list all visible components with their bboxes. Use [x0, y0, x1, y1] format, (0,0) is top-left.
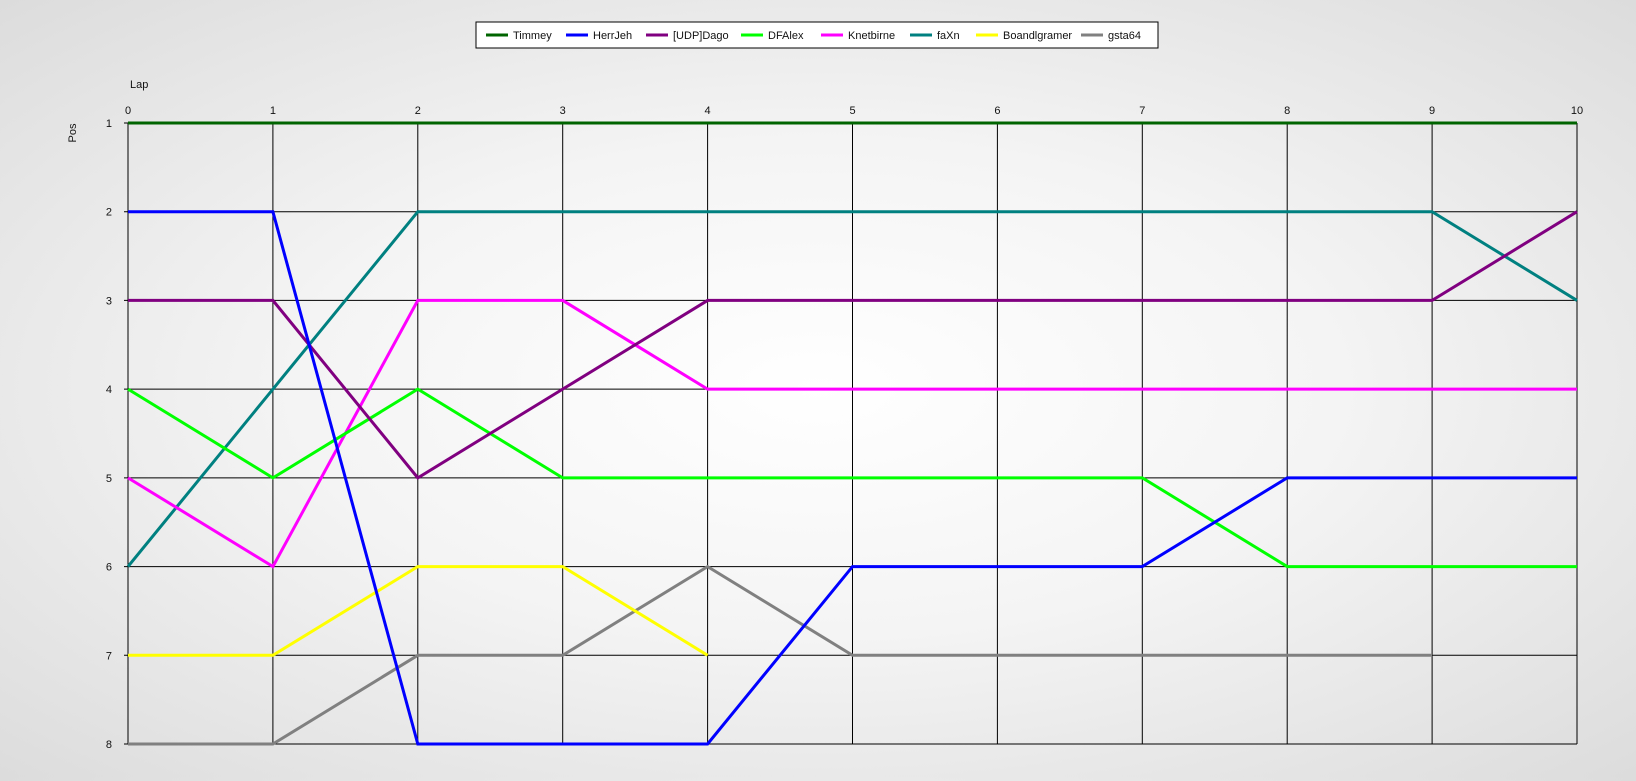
x-tick-label: 10: [1571, 105, 1583, 117]
x-tick-label: 0: [125, 105, 131, 117]
y-tick-label: 7: [106, 650, 112, 662]
x-tick-label: 6: [994, 105, 1000, 117]
y-tick-label: 8: [106, 739, 112, 751]
legend: Timmey HerrJeh [UDP]Dago DFAlex Knetbirne faX…: [475, 21, 1159, 49]
lap-position-chart: Timmey HerrJeh [UDP]Dago DFAlex Knetbirne faX…: [0, 0, 1636, 776]
legend-label: faXn: [937, 30, 960, 42]
x-tick-label: 1: [270, 105, 276, 117]
x-axis-title: Lap: [130, 79, 148, 91]
x-tick-label: 2: [415, 105, 421, 117]
y-tick-label: 4: [106, 384, 112, 396]
legend-label: Knetbirne: [848, 30, 895, 42]
x-tick-label: 7: [1139, 105, 1145, 117]
chart-svg: Timmey HerrJeh [UDP]Dago DFAlex Knetbirne faX…: [67, 21, 1583, 751]
x-tick-label: 5: [849, 105, 855, 117]
axis-labels: Lap Pos: [67, 79, 148, 142]
x-tick-label: 8: [1284, 105, 1290, 117]
legend-label: gsta64: [1108, 30, 1141, 42]
y-axis-title: Pos: [67, 123, 79, 142]
x-tick-label: 4: [705, 105, 711, 117]
legend-label: HerrJeh: [593, 30, 632, 42]
x-tick-label: 3: [560, 105, 566, 117]
legend-label: Timmey: [513, 30, 552, 42]
y-tick-label: 5: [106, 473, 112, 485]
legend-label: DFAlex: [768, 30, 804, 42]
y-tick-label: 2: [106, 207, 112, 219]
legend-label: Boandlgramer: [1003, 30, 1072, 42]
x-tick-label: 9: [1429, 105, 1435, 117]
y-tick-label: 6: [106, 562, 112, 574]
y-tick-label: 3: [106, 295, 112, 307]
legend-label: [UDP]Dago: [673, 30, 729, 42]
y-tick-label: 1: [106, 118, 112, 130]
